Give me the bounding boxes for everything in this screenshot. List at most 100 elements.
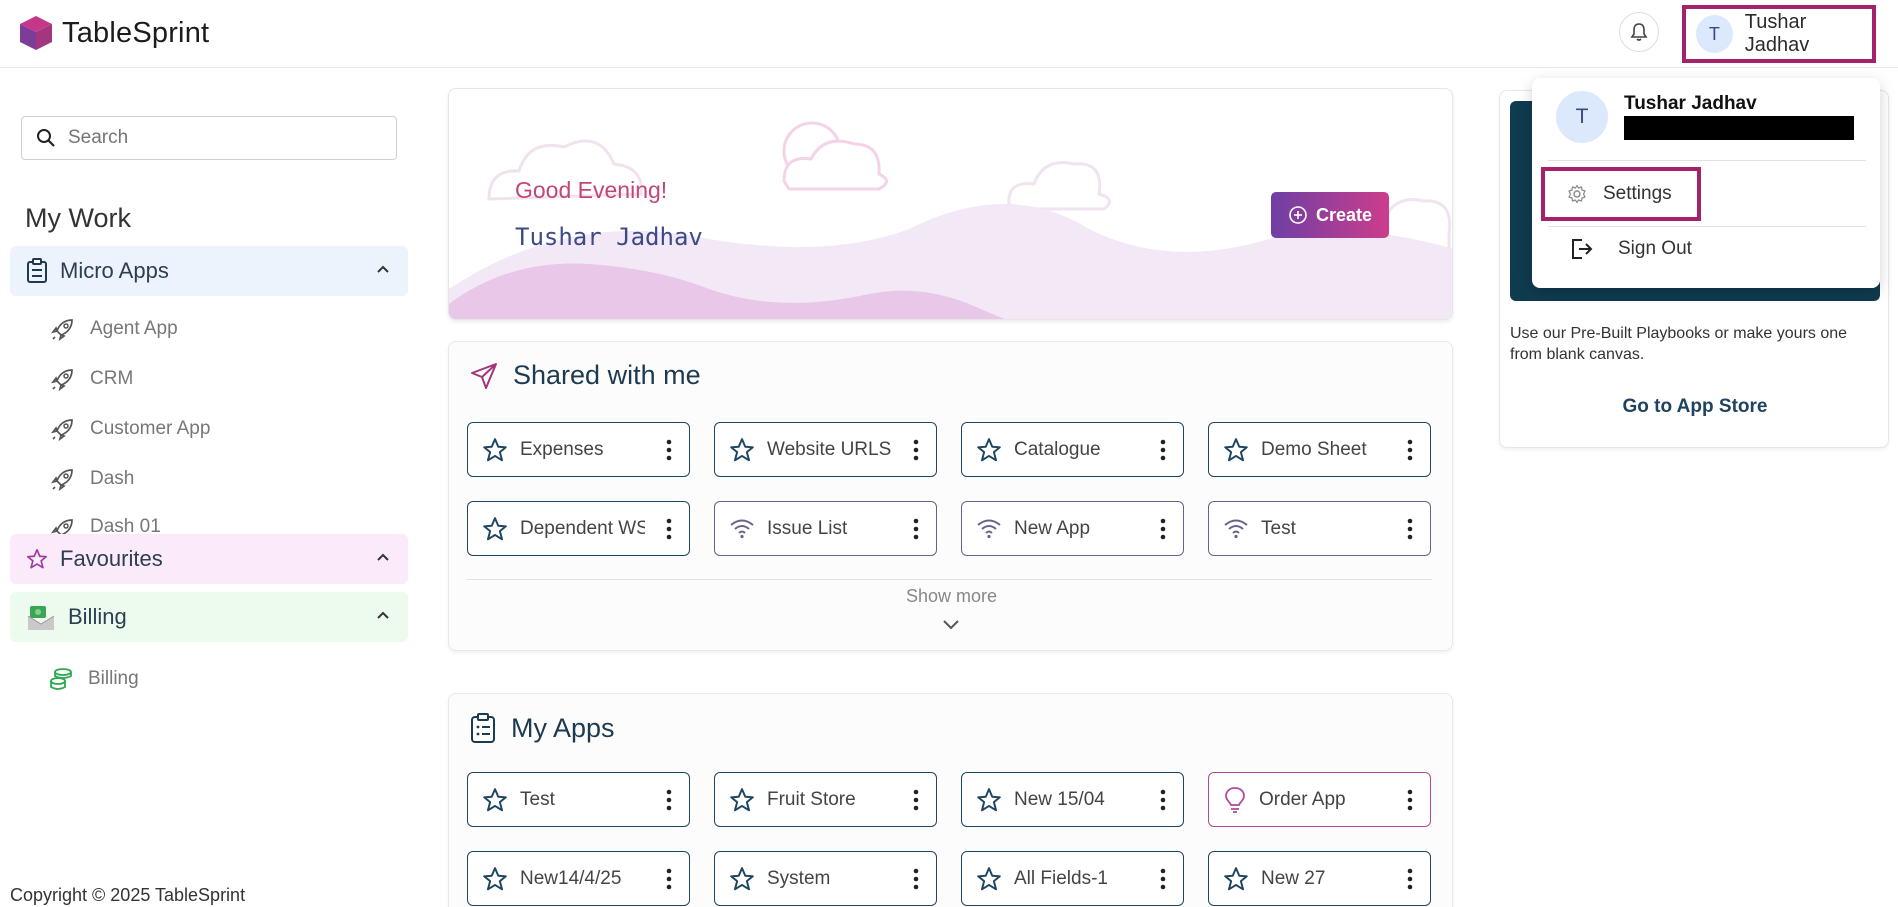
app-tile[interactable]: Issue List	[714, 501, 937, 556]
more-options-icon[interactable]	[1398, 439, 1422, 461]
app-tile-label: New 27	[1261, 867, 1326, 889]
more-options-icon[interactable]	[657, 789, 681, 811]
app-tile[interactable]: Test	[467, 772, 690, 827]
star-icon[interactable]	[482, 516, 508, 542]
search-icon	[37, 129, 55, 147]
app-tile[interactable]: All Fields-1	[961, 851, 1184, 906]
sidebar-item-dash[interactable]: Dash	[50, 466, 134, 492]
app-tile[interactable]: Catalogue	[961, 422, 1184, 477]
cube-logo-icon	[20, 16, 52, 50]
user-menu-button[interactable]: T Tushar Jadhav	[1682, 5, 1876, 63]
shared-with-me-panel: Shared with me Expenses Website URLS Catal…	[448, 341, 1453, 651]
more-options-icon[interactable]	[1398, 789, 1422, 811]
search-input[interactable]	[68, 127, 368, 149]
bulb-icon[interactable]	[1223, 786, 1247, 814]
more-options-icon[interactable]	[1398, 518, 1422, 540]
sidebar-item-label: Dash 01	[90, 516, 161, 534]
app-tile-label: Fruit Store	[767, 788, 856, 810]
app-tile[interactable]: Demo Sheet	[1208, 422, 1431, 477]
go-to-app-store-link[interactable]: Go to App Store	[1500, 396, 1890, 418]
more-options-icon[interactable]	[1151, 868, 1175, 890]
billing-label: Billing	[68, 604, 127, 629]
more-options-icon[interactable]	[904, 868, 928, 890]
favourites-section[interactable]: Favourites	[10, 534, 408, 584]
star-icon[interactable]	[976, 787, 1002, 813]
app-tile[interactable]: New 27	[1208, 851, 1431, 906]
more-options-icon[interactable]	[657, 518, 681, 540]
sidebar-item-crm[interactable]: CRM	[50, 366, 133, 392]
greeting-text: Good Evening!	[515, 177, 668, 203]
app-tile[interactable]: New App	[961, 501, 1184, 556]
chevron-up-icon[interactable]	[374, 261, 392, 279]
more-options-icon[interactable]	[657, 439, 681, 461]
app-tile-label: New14/4/25	[520, 867, 622, 889]
app-tile[interactable]: Fruit Store	[714, 772, 937, 827]
app-tile[interactable]: New 15/04	[961, 772, 1184, 827]
clipboard-list-icon	[471, 713, 495, 743]
app-tile[interactable]: System	[714, 851, 937, 906]
wifi-icon[interactable]	[1223, 518, 1249, 540]
sidebar-item-label: Agent App	[90, 318, 178, 339]
copyright-text: Copyright © 2025 TableSprint	[10, 885, 246, 905]
star-icon[interactable]	[976, 866, 1002, 892]
sign-out-menu-item[interactable]: Sign Out	[1570, 238, 1692, 260]
app-tile-label: New App	[1014, 517, 1091, 539]
app-tile-label: Catalogue	[1014, 438, 1101, 460]
user-name: Tushar Jadhav	[1744, 11, 1810, 56]
star-icon[interactable]	[729, 866, 755, 892]
notifications-button[interactable]	[1619, 12, 1659, 52]
app-tile[interactable]: Test	[1208, 501, 1431, 556]
app-tile[interactable]: Order App	[1208, 772, 1431, 827]
settings-label: Settings	[1603, 183, 1672, 204]
sidebar-item-label: Billing	[88, 668, 139, 689]
more-options-icon[interactable]	[904, 439, 928, 461]
sidebar-item-customer-app[interactable]: Customer App	[50, 416, 210, 442]
divider	[1548, 226, 1866, 227]
top-header: TableSprint T Tushar Jadhav	[0, 0, 1898, 68]
avatar: T	[1556, 91, 1608, 143]
app-tile[interactable]: Expenses	[467, 422, 690, 477]
sidebar-item-billing[interactable]: Billing	[48, 666, 139, 692]
app-tile[interactable]: Dependent WS	[467, 501, 690, 556]
star-icon[interactable]	[1223, 437, 1249, 463]
avatar: T	[1696, 15, 1733, 53]
brand-logo[interactable]: TableSprint	[18, 14, 209, 52]
star-icon[interactable]	[1223, 866, 1249, 892]
star-icon[interactable]	[729, 787, 755, 813]
more-options-icon[interactable]	[1398, 868, 1422, 890]
star-icon[interactable]	[482, 437, 508, 463]
wifi-icon[interactable]	[729, 518, 755, 540]
app-tile[interactable]: Website URLS	[714, 422, 937, 477]
wifi-icon[interactable]	[976, 518, 1002, 540]
star-icon[interactable]	[482, 866, 508, 892]
my-apps-title-text: My Apps	[511, 712, 615, 743]
app-tile-label: Test	[520, 788, 555, 810]
create-button[interactable]: Create	[1271, 192, 1389, 238]
more-options-icon[interactable]	[1151, 439, 1175, 461]
sidebar-item-agent-app[interactable]: Agent App	[50, 316, 178, 342]
settings-menu-item[interactable]: Settings	[1541, 167, 1701, 221]
app-tile[interactable]: New14/4/25	[467, 851, 690, 906]
more-options-icon[interactable]	[657, 868, 681, 890]
sidebar: My Work Micro Apps Agent App CRM Custome…	[0, 68, 418, 907]
user-dropdown-menu: T Tushar Jadhav Settings Sign Out	[1532, 78, 1880, 288]
chevron-up-icon[interactable]	[374, 607, 392, 625]
app-tile-label: New 15/04	[1014, 788, 1105, 810]
greeting-name: Tushar Jadhav	[515, 223, 703, 251]
micro-apps-section[interactable]: Micro Apps	[10, 246, 408, 296]
more-options-icon[interactable]	[1151, 789, 1175, 811]
star-icon[interactable]	[482, 787, 508, 813]
star-icon[interactable]	[976, 437, 1002, 463]
billing-section[interactable]: Billing	[10, 592, 408, 642]
search-box[interactable]	[21, 116, 397, 160]
sidebar-item-dash-01[interactable]: Dash 01	[50, 516, 161, 534]
more-options-icon[interactable]	[904, 518, 928, 540]
more-options-icon[interactable]	[1151, 518, 1175, 540]
create-label: Create	[1315, 204, 1373, 225]
star-icon[interactable]	[729, 437, 755, 463]
bell-icon	[1630, 23, 1648, 41]
more-options-icon[interactable]	[904, 789, 928, 811]
chevron-up-icon[interactable]	[374, 549, 392, 567]
show-more-button[interactable]: Show more	[449, 586, 1454, 607]
chevron-down-icon[interactable]	[941, 616, 961, 632]
